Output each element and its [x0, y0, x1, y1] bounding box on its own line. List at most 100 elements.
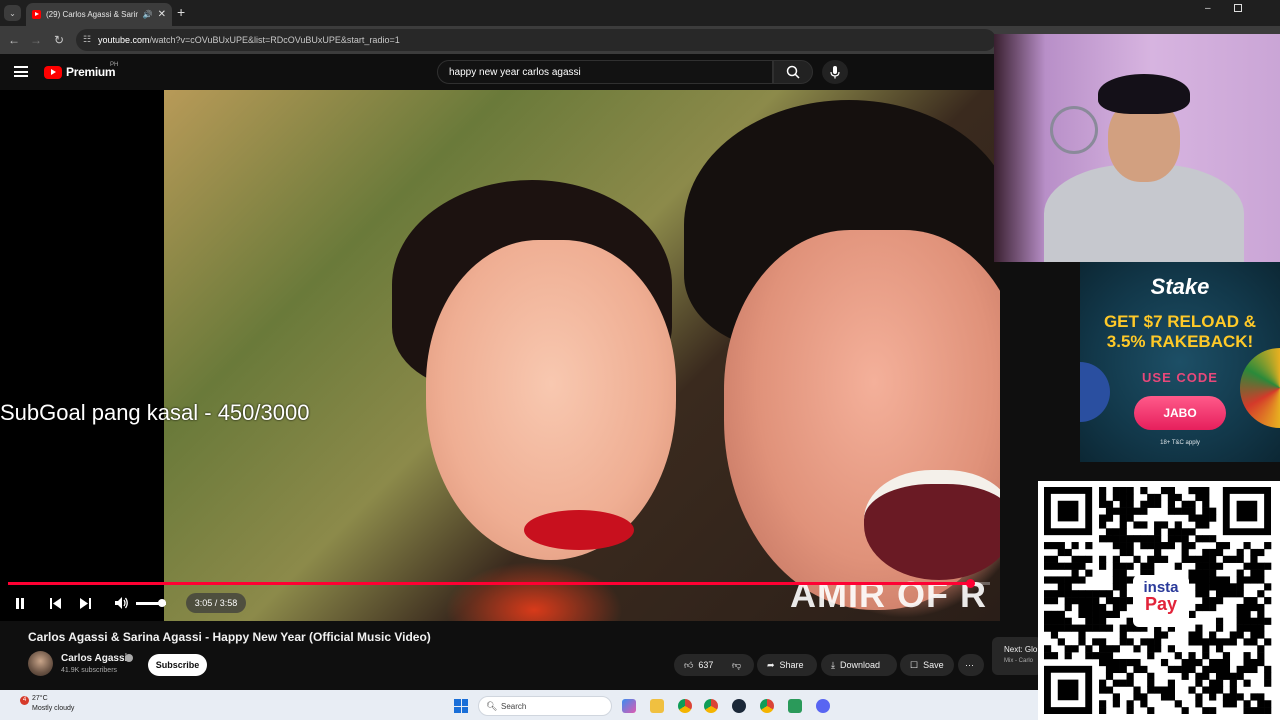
share-label: Share — [779, 660, 804, 670]
more-icon: ⋯ — [965, 659, 974, 670]
browser-tab-bar: ⌄ (29) Carlos Agassi & Sarina 🔊 ✕ + – — [0, 0, 1280, 26]
webcam-person-hair — [1098, 74, 1190, 114]
chrome-icon[interactable] — [704, 699, 718, 713]
reload-button[interactable]: ↻ — [48, 26, 70, 54]
time-display: 3:05 / 3:58 — [186, 593, 246, 613]
stake-ad-overlay: Stake GET $7 RELOAD & 3.5% RAKEBACK! USE… — [1080, 262, 1280, 462]
skip-previous-icon — [49, 597, 61, 609]
webcam-fan — [1050, 106, 1098, 154]
tab-list-button[interactable]: ⌄ — [4, 5, 21, 21]
site-info-icon[interactable]: ☷ — [83, 34, 91, 45]
region-label: PH — [110, 62, 119, 68]
mute-button[interactable] — [114, 595, 130, 611]
bookmark-icon: ☐ — [910, 659, 919, 670]
subscriber-count: 41.9K subscribers — [61, 667, 118, 674]
maximize-button[interactable] — [1234, 4, 1242, 12]
stake-headline: GET $7 RELOAD & 3.5% RAKEBACK! — [1080, 312, 1280, 352]
search-icon: 🔍︎ — [486, 701, 498, 711]
more-actions-button[interactable]: ⋯ — [958, 654, 984, 676]
windows-taskbar: 4 27°C Mostly cloudy 🔍︎ Search — [0, 690, 1038, 720]
pause-icon — [16, 597, 24, 609]
youtube-brand: Premium — [66, 65, 116, 79]
chrome-icon[interactable] — [760, 699, 774, 713]
download-button[interactable]: ⤓ Download — [821, 654, 897, 676]
stream-subgoal-overlay: SubGoal pang kasal - 450/3000 — [0, 400, 310, 425]
skip-next-icon — [79, 597, 91, 609]
copilot-icon[interactable] — [622, 699, 636, 713]
video-player[interactable]: SubGoal pang kasal - 450/3000 AMIR OF R … — [0, 90, 1000, 621]
notification-badge: 4 — [20, 696, 29, 705]
weather-condition: Mostly cloudy — [32, 705, 75, 712]
video-person-lips — [524, 510, 634, 550]
stake-headline-line2: 3.5% RAKEBACK! — [1106, 332, 1254, 351]
video-frame — [164, 90, 1000, 621]
share-button[interactable]: ➦ Share — [757, 654, 817, 676]
weather-widget[interactable]: 4 27°C Mostly cloudy — [14, 694, 74, 714]
instapay-logo: insta Pay — [1133, 575, 1189, 627]
steam-icon[interactable] — [732, 699, 746, 713]
like-button[interactable]: 👍︎ 637 — [674, 654, 722, 676]
tab-close-icon[interactable]: ✕ — [158, 9, 166, 20]
forward-button[interactable]: → — [25, 26, 47, 54]
ad-decoration-wheel — [1240, 348, 1280, 428]
taskbar-search[interactable]: 🔍︎ Search — [478, 696, 612, 716]
volume-icon — [115, 597, 128, 609]
next-sub-label: Mix - Carlo — [1004, 658, 1034, 664]
thumbs-down-icon: 👎︎ — [732, 659, 742, 670]
like-count: 637 — [698, 660, 714, 670]
url-path: /watch?v=cOVuBUxUPE&list=RDcOVuBUxUPE&st… — [149, 35, 400, 45]
progress-fill — [8, 582, 971, 585]
save-button[interactable]: ☐ Save — [900, 654, 954, 676]
subscribe-button[interactable]: Subscribe — [148, 654, 207, 676]
chrome-icon[interactable] — [678, 699, 692, 713]
voice-search-button[interactable] — [822, 60, 848, 84]
new-tab-button[interactable]: + — [177, 4, 185, 20]
volume-knob[interactable] — [157, 599, 166, 607]
save-label: Save — [923, 660, 944, 670]
minimize-button[interactable]: – — [1205, 3, 1211, 14]
url-input[interactable]: ☷ youtube.com /watch?v=cOVuBUxUPE&list=R… — [76, 29, 996, 51]
previous-button[interactable] — [47, 595, 63, 611]
youtube-header: Premium PH happy new year carlos agassi — [0, 54, 1000, 90]
youtube-logo[interactable]: Premium — [44, 65, 116, 79]
app-icon[interactable] — [788, 699, 802, 713]
download-label: Download — [839, 660, 881, 670]
stake-headline-line1: GET $7 RELOAD & — [1103, 312, 1257, 331]
progress-bar[interactable] — [8, 579, 990, 588]
weather-temperature: 27°C — [32, 695, 48, 702]
stake-terms: 18+ T&C apply — [1160, 440, 1200, 446]
channel-name[interactable]: Carlos Agassi — [61, 653, 127, 664]
windows-start-icon[interactable] — [454, 699, 468, 713]
menu-icon[interactable] — [14, 66, 28, 77]
instapay-line2: Pay — [1144, 594, 1178, 614]
back-button[interactable]: ← — [3, 26, 25, 54]
youtube-favicon-icon — [32, 10, 41, 19]
stake-logo: Stake — [1150, 274, 1210, 299]
thumbs-up-icon: 👍︎ — [684, 659, 694, 670]
search-input[interactable]: happy new year carlos agassi — [437, 60, 773, 84]
microphone-icon — [830, 66, 840, 79]
url-host: youtube.com — [98, 35, 150, 45]
browser-tab-active[interactable]: (29) Carlos Agassi & Sarina 🔊 ✕ — [26, 3, 172, 26]
next-button[interactable] — [77, 595, 93, 611]
discord-icon[interactable] — [816, 699, 830, 713]
stake-use-code: USE CODE — [1142, 370, 1218, 385]
file-explorer-icon[interactable] — [650, 699, 664, 713]
next-label: Next: Glo — [1004, 645, 1038, 654]
dislike-button[interactable]: 👎︎ — [722, 654, 754, 676]
video-watermark-text: AMIR OF R — [790, 574, 987, 615]
share-icon: ➦ — [767, 659, 775, 670]
video-title: Carlos Agassi & Sarina Agassi - Happy Ne… — [28, 630, 431, 644]
stake-code-badge: JABO — [1134, 396, 1226, 430]
speaker-icon[interactable]: 🔊 — [143, 10, 153, 19]
youtube-play-icon — [44, 65, 62, 79]
pause-button[interactable] — [12, 595, 28, 611]
instapay-line1: insta — [1143, 579, 1179, 596]
search-icon — [786, 65, 800, 79]
channel-avatar[interactable] — [28, 651, 53, 676]
taskbar-search-label: Search — [501, 701, 527, 711]
search-button[interactable] — [773, 60, 813, 84]
up-next-card[interactable]: Next: Glo Mix - Carlo — [992, 637, 1042, 675]
download-icon: ⤓ — [831, 659, 835, 670]
webcam-overlay — [994, 34, 1280, 262]
